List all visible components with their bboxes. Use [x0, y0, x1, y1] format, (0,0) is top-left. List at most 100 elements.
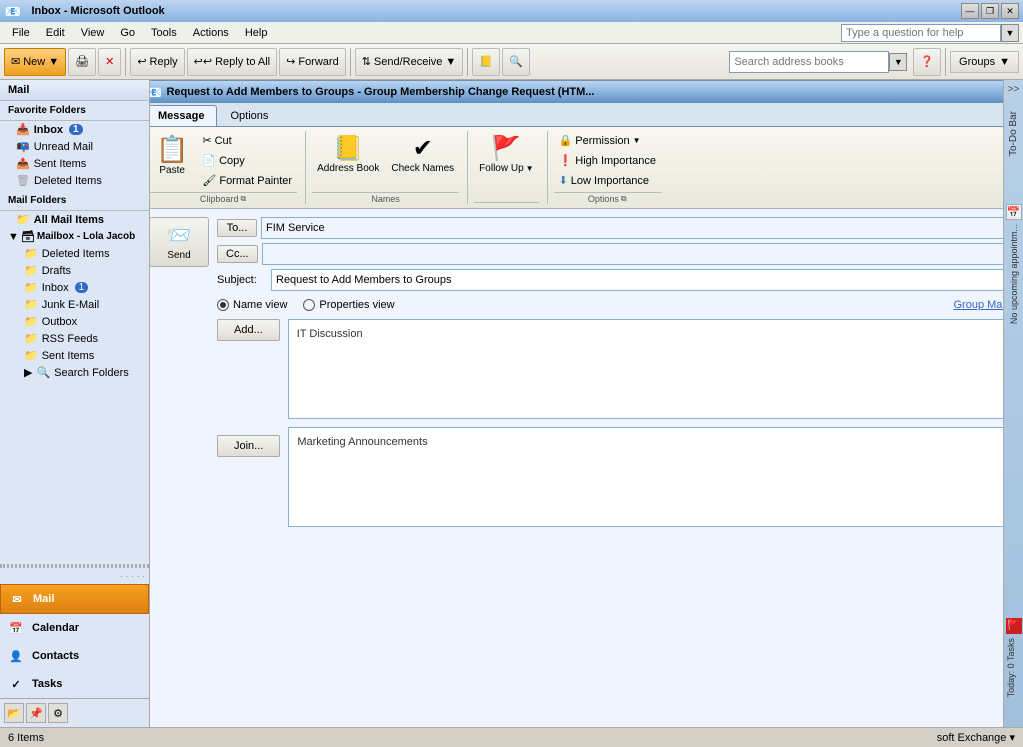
menu-view[interactable]: View: [73, 25, 113, 41]
sidebar-item-junk[interactable]: 📁 Junk E-Mail: [0, 296, 149, 313]
nav-tasks-button[interactable]: ✓ Tasks: [0, 670, 149, 698]
sidebar-item-inbox-mb[interactable]: 📁 Inbox 1: [0, 279, 149, 296]
cut-button[interactable]: ✂ Cut: [197, 131, 297, 150]
follow-up-dropdown-icon[interactable]: ▼: [526, 164, 534, 173]
forward-button[interactable]: ↪ Forward: [279, 48, 346, 76]
right-panel: >> To-Do Bar 📅 No upcoming appointm... 🚩…: [1003, 80, 1023, 727]
print-button[interactable]: 🖨: [68, 48, 96, 76]
sidebar-item-outbox[interactable]: 📁 Outbox: [0, 313, 149, 330]
help-box: ▼: [841, 24, 1019, 42]
to-button[interactable]: To...: [217, 219, 257, 237]
sidebar-item-unread-mail[interactable]: 📭 Unread Mail: [0, 138, 149, 155]
properties-view-radio[interactable]: [303, 299, 315, 311]
calendar-widget-icon[interactable]: 📅: [1006, 204, 1022, 220]
reply-button[interactable]: ↩ Reply: [130, 48, 184, 76]
properties-view-option[interactable]: Properties view: [303, 299, 394, 311]
folder-icon-btn[interactable]: 📂: [4, 703, 24, 723]
menu-tools[interactable]: Tools: [143, 25, 185, 41]
close-button[interactable]: ✕: [1001, 3, 1019, 19]
clipboard-group: 📋 Paste ✂ Cut 📄 Copy: [150, 131, 306, 204]
groups-button[interactable]: Groups ▼: [950, 51, 1019, 73]
sidebar-item-deleted-items-fav[interactable]: 🗑 Deleted Items: [0, 172, 149, 189]
nav-mail-button[interactable]: ✉ Mail: [0, 584, 149, 614]
search-address-books-input[interactable]: [729, 51, 889, 73]
sidebar-item-rss[interactable]: 📁 RSS Feeds: [0, 330, 149, 347]
sidebar-item-sent-items-fav[interactable]: 📤 Sent Items: [0, 155, 149, 172]
follow-up-button[interactable]: 🚩 Follow Up ▼: [474, 131, 538, 177]
inbox-icon: 📥: [16, 123, 30, 136]
find-button[interactable]: 🔍: [502, 48, 530, 76]
nav-contacts-button[interactable]: 👤 Contacts: [0, 642, 149, 670]
search-folders-icon: 🔍: [36, 366, 50, 379]
options-small-buttons: 🔒 Permission ▼ ❗ High Importance ⬇ Low I…: [554, 131, 661, 190]
low-importance-button[interactable]: ⬇ Low Importance: [554, 171, 661, 190]
add-button[interactable]: Add...: [217, 319, 280, 341]
name-view-radio[interactable]: [217, 299, 229, 311]
todo-bar-label: To-Do Bar: [1008, 111, 1019, 156]
sidebar-item-search-folders[interactable]: ▶ 🔍 Search Folders: [0, 364, 149, 381]
send-receive-icon: ⇅: [362, 55, 371, 68]
paste-button[interactable]: 📋 Paste: [150, 131, 195, 179]
subject-input[interactable]: [271, 269, 1003, 291]
permission-button[interactable]: 🔒 Permission ▼: [554, 131, 661, 150]
compose-title-text: Request to Add Members to Groups - Group…: [166, 86, 1003, 98]
sidebar-item-inbox[interactable]: 📥 Inbox 1: [0, 121, 149, 138]
search-dropdown-icon[interactable]: ▼: [889, 53, 907, 71]
name-view-option[interactable]: Name view: [217, 299, 287, 311]
permission-dropdown-icon[interactable]: ▼: [633, 136, 641, 145]
options-expand-icon[interactable]: ⧉: [621, 194, 627, 204]
collapse-panel-button[interactable]: >>: [1008, 84, 1020, 95]
tab-message[interactable]: Message: [150, 105, 217, 126]
format-painter-button[interactable]: 🖌 Format Painter: [197, 171, 297, 190]
resize-handle[interactable]: · · · · ·: [120, 571, 145, 581]
config-icon-btn[interactable]: ⚙: [48, 703, 68, 723]
tasks-nav-icon: ✓: [8, 676, 24, 692]
menu-bar: File Edit View Go Tools Actions Help ▼: [0, 22, 1023, 44]
help-search-button[interactable]: ▼: [1001, 24, 1019, 42]
clipboard-expand-icon[interactable]: ⧉: [240, 194, 246, 204]
sidebar-item-deleted-items[interactable]: 📁 Deleted Items: [0, 245, 149, 262]
subject-field-row: Subject:: [217, 269, 1003, 291]
cc-input[interactable]: [262, 243, 1003, 265]
menu-edit[interactable]: Edit: [38, 25, 73, 41]
low-importance-icon: ⬇: [559, 174, 568, 187]
help-search-input[interactable]: [841, 24, 1001, 42]
nav-calendar-button[interactable]: 📅 Calendar: [0, 614, 149, 642]
check-names-button[interactable]: ✔ Check Names: [386, 131, 459, 177]
tab-options[interactable]: Options: [217, 105, 281, 126]
restore-button[interactable]: ❐: [981, 3, 999, 19]
menu-actions[interactable]: Actions: [185, 25, 237, 41]
reply-all-button[interactable]: ↩↩ Reply to All: [187, 48, 277, 76]
copy-button[interactable]: 📄 Copy: [197, 151, 297, 170]
groups-dropdown-icon[interactable]: ▼: [999, 56, 1010, 68]
cc-button[interactable]: Cc...: [217, 245, 258, 263]
address-book-toolbar-button[interactable]: 📒: [472, 48, 500, 76]
sidebar-item-all-mail[interactable]: 📁 All Mail Items: [0, 211, 149, 228]
to-input[interactable]: [261, 217, 1003, 239]
inbox-mb-badge: 1: [75, 282, 89, 293]
join-button[interactable]: Join...: [217, 435, 280, 457]
shortcuts-icon-btn[interactable]: 📌: [26, 703, 46, 723]
compose-title-bar[interactable]: 📧 Request to Add Members to Groups - Gro…: [150, 81, 1003, 103]
address-book-button[interactable]: 📒 Address Book: [312, 131, 384, 177]
send-receive-dropdown-icon[interactable]: ▼: [445, 56, 456, 68]
compose-window: 📧 Request to Add Members to Groups - Gro…: [150, 80, 1003, 727]
menu-help[interactable]: Help: [237, 25, 276, 41]
sidebar-item-drafts[interactable]: 📁 Drafts: [0, 262, 149, 279]
send-button[interactable]: 📨 Send: [150, 217, 209, 267]
new-dropdown-icon[interactable]: ▼: [48, 56, 59, 68]
sidebar-mailbox-group[interactable]: ▼ 🗃 Mailbox - Lola Jacob: [0, 228, 149, 245]
minimize-button[interactable]: —: [961, 3, 979, 19]
sidebar-item-sent[interactable]: 📁 Sent Items: [0, 347, 149, 364]
help-button[interactable]: ❓: [913, 48, 941, 76]
send-receive-button[interactable]: ⇅ Send/Receive ▼: [355, 48, 464, 76]
high-importance-button[interactable]: ❗ High Importance: [554, 151, 661, 170]
menu-file[interactable]: File: [4, 25, 38, 41]
clipboard-label: Clipboard ⧉: [150, 192, 297, 204]
menu-go[interactable]: Go: [112, 25, 143, 41]
new-button[interactable]: ✉ New ▼: [4, 48, 66, 76]
inbox-mb-icon: 📁: [24, 281, 38, 294]
delete-button[interactable]: ✕: [98, 48, 121, 76]
group-management-help-link[interactable]: Group Management Help: [953, 299, 1003, 311]
inbox-badge: 1: [69, 124, 83, 135]
